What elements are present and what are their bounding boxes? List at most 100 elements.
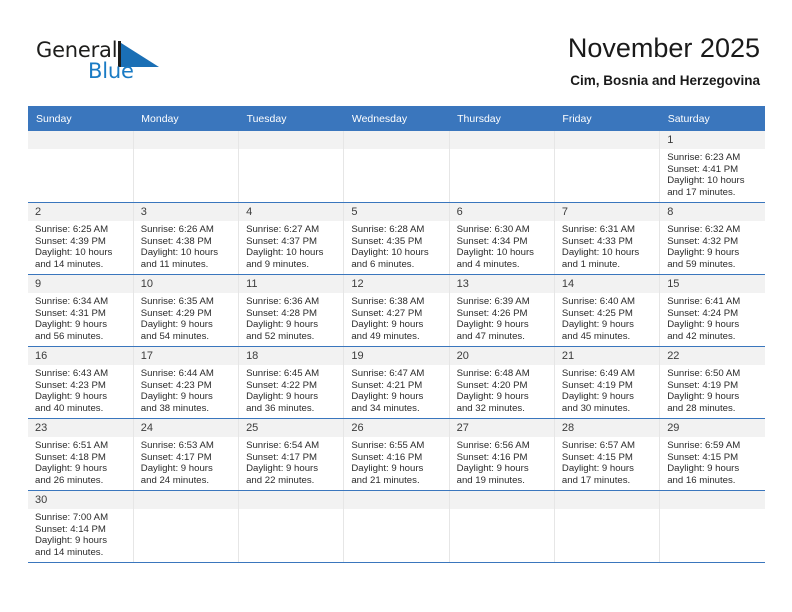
sunset-text: Sunset: 4:37 PM [246, 235, 317, 247]
calendar-cell-empty [554, 490, 661, 563]
day-number: 27 [449, 419, 554, 437]
day-sun-info: Sunrise: 6:59 AM Sunset: 4:15 PM Daylight:… [660, 437, 765, 486]
calendar-day-cell[interactable]: 5 Sunrise: 6:28 AM Sunset: 4:35 PM Daylight… [343, 202, 450, 275]
calendar-day-cell[interactable]: 24 Sunrise: 6:53 AM Sunset: 4:17 PM Dayligh… [133, 418, 240, 491]
day-sun-info: Sunrise: 6:47 AM Sunset: 4:21 PM Daylight:… [344, 365, 448, 414]
day-sun-info: Sunrise: 6:32 AM Sunset: 4:32 PM Daylight:… [660, 221, 765, 270]
calendar-day-cell[interactable]: 27 Sunrise: 6:56 AM Sunset: 4:16 PM Dayligh… [449, 418, 555, 491]
day-number: 14 [554, 275, 660, 293]
sunset-text: Sunset: 4:21 PM [351, 379, 423, 391]
day-number: 24 [133, 419, 239, 437]
calendar-day-cell[interactable]: 25 Sunrise: 6:54 AM Sunset: 4:17 PM Dayligh… [238, 418, 345, 491]
day-sun-info: Sunrise: 6:45 AM Sunset: 4:22 PM Daylight:… [239, 365, 343, 414]
page-header: General Blue November 2025 Cim, Bosnia a… [0, 0, 792, 100]
calendar-page: General Blue November 2025 Cim, Bosnia a… [0, 0, 792, 612]
calendar-day-cell[interactable]: 12 Sunrise: 6:38 AM Sunset: 4:27 PM Dayligh… [343, 274, 450, 347]
day-sun-info: Sunrise: 6:55 AM Sunset: 4:16 PM Daylight:… [344, 437, 448, 486]
calendar-day-cell[interactable]: 14 Sunrise: 6:40 AM Sunset: 4:25 PM Dayligh… [554, 274, 661, 347]
calendar-day-cell[interactable]: 16 Sunrise: 6:43 AM Sunset: 4:23 PM Dayligh… [28, 346, 134, 419]
daylight-text-line2: and 30 minutes. [561, 402, 631, 414]
daylight-text-line2: and 16 minutes. [667, 474, 736, 486]
day-number [344, 131, 449, 149]
day-number: 5 [344, 203, 449, 221]
calendar-day-cell[interactable]: 18 Sunrise: 6:45 AM Sunset: 4:22 PM Dayligh… [238, 346, 345, 419]
calendar-day-cell[interactable]: 13 Sunrise: 6:39 AM Sunset: 4:26 PM Dayligh… [449, 274, 555, 347]
day-sun-info: Sunrise: 6:40 AM Sunset: 4:25 PM Daylight:… [555, 293, 659, 342]
sunset-text: Sunset: 4:17 PM [140, 451, 212, 463]
calendar-day-cell[interactable]: 15 Sunrise: 6:41 AM Sunset: 4:24 PM Dayligh… [659, 274, 765, 347]
day-number [554, 491, 660, 509]
sunset-text: Sunset: 4:34 PM [456, 235, 528, 247]
calendar-day-cell[interactable]: 22 Sunrise: 6:50 AM Sunset: 4:19 PM Dayligh… [659, 346, 765, 419]
sunrise-text: Sunrise: 6:30 AM [456, 224, 530, 235]
calendar-week-row: 9 Sunrise: 6:34 AM Sunset: 4:31 PM Daylight… [28, 274, 765, 347]
calendar-day-cell[interactable]: 29 Sunrise: 6:59 AM Sunset: 4:15 PM Dayligh… [659, 418, 765, 491]
calendar-week-row: 16 Sunrise: 6:43 AM Sunset: 4:23 PM Dayligh… [28, 346, 765, 419]
day-sun-info: Sunrise: 6:50 AM Sunset: 4:19 PM Daylight:… [660, 365, 765, 414]
general-blue-logo[interactable]: General Blue [36, 38, 216, 90]
daylight-text-line2: and 42 minutes. [667, 330, 736, 342]
calendar-day-cell[interactable]: 26 Sunrise: 6:55 AM Sunset: 4:16 PM Dayligh… [343, 418, 450, 491]
calendar-day-cell[interactable]: 21 Sunrise: 6:49 AM Sunset: 4:19 PM Dayligh… [554, 346, 661, 419]
calendar-day-cell[interactable]: 17 Sunrise: 6:44 AM Sunset: 4:23 PM Dayligh… [133, 346, 240, 419]
calendar-cell-empty [449, 490, 555, 563]
day-number [449, 131, 554, 149]
sunset-text: Sunset: 4:26 PM [456, 307, 528, 319]
day-sun-info: Sunrise: 6:43 AM Sunset: 4:23 PM Daylight:… [28, 365, 133, 414]
daylight-text-line2: and 52 minutes. [246, 330, 315, 342]
day-number [449, 491, 554, 509]
calendar-day-cell[interactable]: 2 Sunrise: 6:25 AM Sunset: 4:39 PM Daylight… [28, 202, 134, 275]
day-sun-info: Sunrise: 6:41 AM Sunset: 4:24 PM Daylight:… [660, 293, 765, 342]
daylight-text-line2: and 28 minutes. [667, 402, 736, 414]
calendar-day-cell[interactable]: 19 Sunrise: 6:47 AM Sunset: 4:21 PM Dayligh… [343, 346, 450, 419]
calendar-day-cell[interactable]: 1 Sunrise: 6:23 AM Sunset: 4:41 PM Daylight… [659, 131, 765, 203]
calendar-day-cell[interactable]: 23 Sunrise: 6:51 AM Sunset: 4:18 PM Dayligh… [28, 418, 134, 491]
day-sun-info: Sunrise: 6:23 AM Sunset: 4:41 PM Daylight:… [660, 149, 765, 198]
title-block: November 2025 Cim, Bosnia and Herzegovin… [568, 32, 760, 89]
weekday-header-tuesday: Tuesday [238, 106, 344, 131]
calendar-body: 1 Sunrise: 6:23 AM Sunset: 4:41 PM Daylight… [28, 131, 765, 563]
daylight-text-line1: Daylight: 10 hours [667, 175, 745, 187]
daylight-text-line2: and 54 minutes. [140, 330, 210, 342]
calendar-day-cell[interactable]: 30 Sunrise: 7:00 AM Sunset: 4:14 PM Dayligh… [28, 490, 134, 563]
calendar-day-cell[interactable]: 4 Sunrise: 6:27 AM Sunset: 4:37 PM Daylight… [238, 202, 345, 275]
sunrise-text: Sunrise: 6:25 AM [35, 224, 109, 235]
daylight-text-line1: Daylight: 9 hours [351, 391, 424, 403]
day-number: 30 [28, 491, 133, 509]
sunset-text: Sunset: 4:15 PM [561, 451, 633, 463]
sunrise-text: Sunrise: 6:53 AM [140, 440, 214, 451]
day-number: 8 [660, 203, 765, 221]
day-number: 2 [28, 203, 133, 221]
sunrise-text: Sunrise: 6:47 AM [351, 368, 425, 379]
daylight-text-line2: and 9 minutes. [246, 258, 309, 270]
daylight-text-line1: Daylight: 9 hours [667, 247, 740, 259]
day-sun-info: Sunrise: 6:34 AM Sunset: 4:31 PM Daylight:… [28, 293, 133, 342]
daylight-text-line2: and 11 minutes. [140, 258, 209, 270]
calendar-day-cell[interactable]: 6 Sunrise: 6:30 AM Sunset: 4:34 PM Daylight… [449, 202, 555, 275]
calendar-day-cell[interactable]: 3 Sunrise: 6:26 AM Sunset: 4:38 PM Daylight… [133, 202, 240, 275]
day-number: 17 [133, 347, 239, 365]
daylight-text-line2: and 34 minutes. [351, 402, 420, 414]
sunset-text: Sunset: 4:22 PM [246, 379, 317, 391]
day-sun-info: Sunrise: 6:26 AM Sunset: 4:38 PM Daylight:… [134, 221, 238, 270]
daylight-text-line2: and 17 minutes. [561, 474, 631, 486]
day-sun-info: Sunrise: 6:57 AM Sunset: 4:15 PM Daylight:… [555, 437, 659, 486]
sunset-text: Sunset: 4:14 PM [35, 523, 106, 535]
sunrise-text: Sunrise: 6:36 AM [246, 296, 320, 307]
calendar-day-cell[interactable]: 9 Sunrise: 6:34 AM Sunset: 4:31 PM Daylight… [28, 274, 134, 347]
day-number [554, 131, 660, 149]
calendar-day-cell[interactable]: 8 Sunrise: 6:32 AM Sunset: 4:32 PM Daylight… [659, 202, 765, 275]
sunset-text: Sunset: 4:27 PM [351, 307, 423, 319]
calendar-day-cell[interactable]: 11 Sunrise: 6:36 AM Sunset: 4:28 PM Dayligh… [238, 274, 345, 347]
daylight-text-line1: Daylight: 9 hours [561, 319, 634, 331]
daylight-text-line1: Daylight: 9 hours [667, 391, 740, 403]
calendar-day-cell[interactable]: 28 Sunrise: 6:57 AM Sunset: 4:15 PM Dayligh… [554, 418, 661, 491]
calendar-day-cell[interactable]: 7 Sunrise: 6:31 AM Sunset: 4:33 PM Daylight… [554, 202, 661, 275]
sunset-text: Sunset: 4:31 PM [35, 307, 106, 319]
calendar-week-row: 30 Sunrise: 7:00 AM Sunset: 4:14 PM Dayligh… [28, 490, 765, 563]
daylight-text-line1: Daylight: 9 hours [561, 463, 634, 475]
calendar-day-cell[interactable]: 10 Sunrise: 6:35 AM Sunset: 4:29 PM Dayligh… [133, 274, 240, 347]
calendar-day-cell[interactable]: 20 Sunrise: 6:48 AM Sunset: 4:20 PM Dayligh… [449, 346, 555, 419]
sunrise-text: Sunrise: 7:00 AM [35, 512, 109, 523]
daylight-text-line1: Daylight: 9 hours [456, 463, 529, 475]
